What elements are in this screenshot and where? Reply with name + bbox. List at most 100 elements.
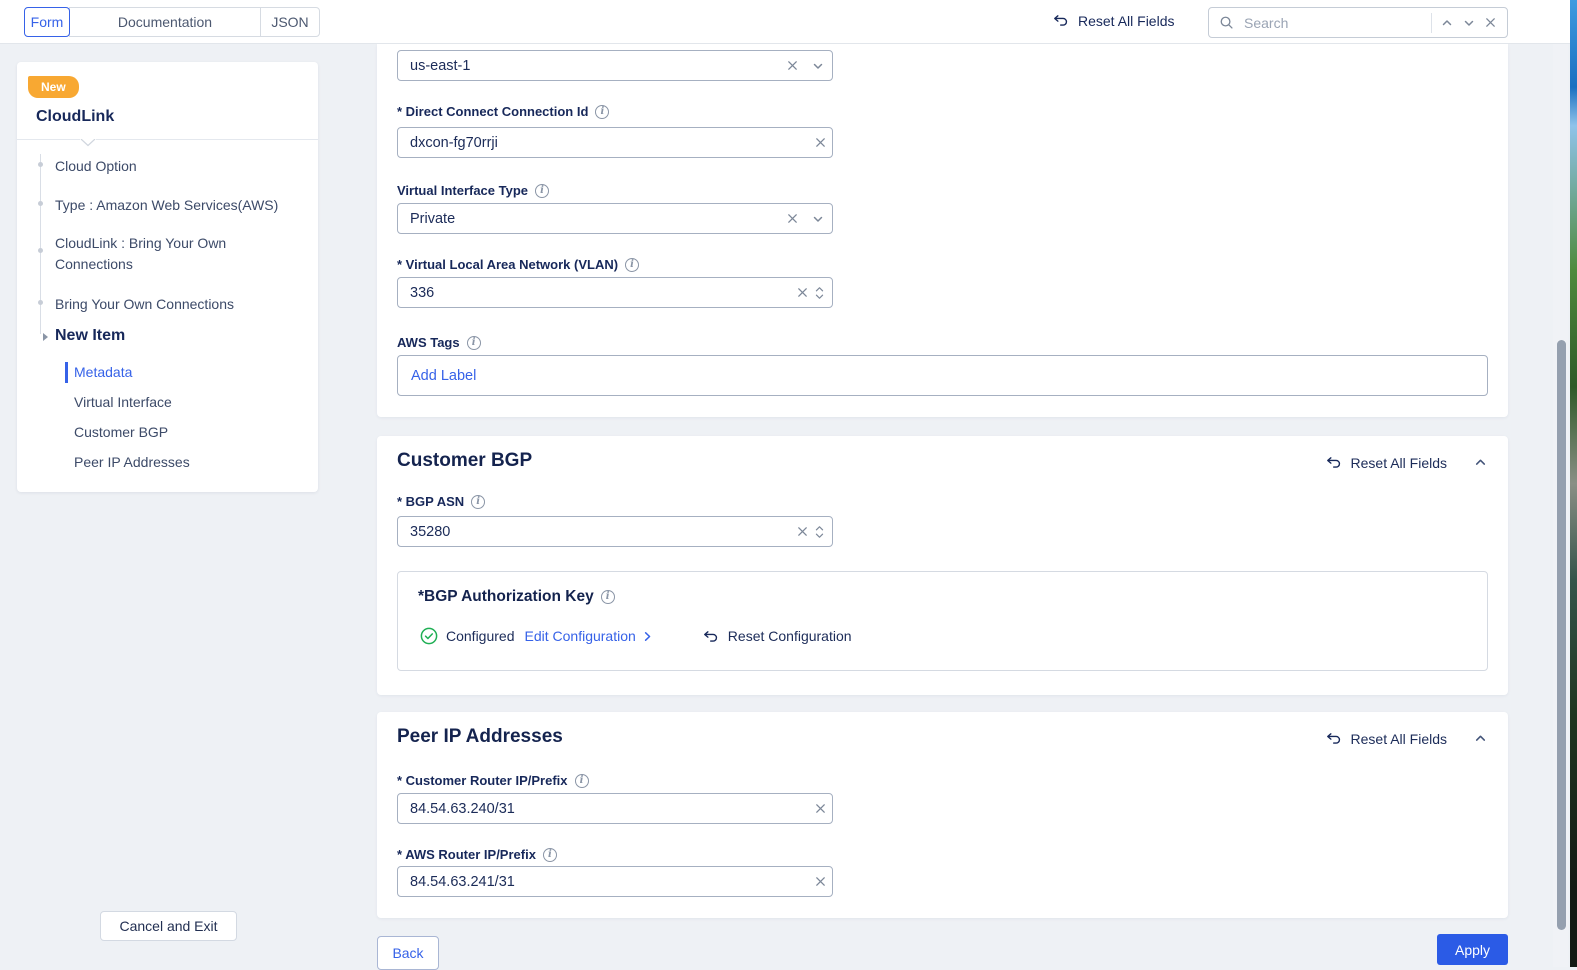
virtual-interface-type-value[interactable]: [398, 211, 780, 227]
sidebar-item-cloud-option[interactable]: Cloud Option: [55, 156, 137, 177]
undo-icon: [702, 628, 719, 645]
edit-configuration-chevron-icon[interactable]: [641, 630, 654, 643]
search-box: [1208, 7, 1508, 38]
info-icon[interactable]: i: [595, 105, 609, 119]
customer-bgp-collapse-icon[interactable]: [1473, 455, 1488, 470]
tab-json[interactable]: JSON: [260, 7, 320, 37]
bgp-asn-input[interactable]: [397, 516, 833, 547]
vlan-label-text: * Virtual Local Area Network (VLAN): [397, 257, 618, 272]
sidebar-title: CloudLink: [36, 108, 114, 126]
vif-type-dropdown-icon[interactable]: [804, 204, 832, 233]
aws-tags-box: Add Label: [397, 355, 1488, 396]
search-input[interactable]: [1242, 14, 1423, 32]
peer-ip-section-card: Peer IP Addresses Reset All Fields * Cus…: [377, 712, 1508, 918]
region-dropdown-icon[interactable]: [804, 51, 832, 80]
sidebar-item-peer-ip-addresses[interactable]: Peer IP Addresses: [74, 454, 190, 470]
aws-router-input[interactable]: [397, 866, 833, 897]
info-icon[interactable]: i: [625, 258, 639, 272]
aws-router-clear-icon[interactable]: [808, 867, 832, 896]
edit-configuration-link[interactable]: Edit Configuration: [525, 628, 636, 644]
customer-router-value[interactable]: [398, 801, 808, 817]
vlan-label: * Virtual Local Area Network (VLAN) i: [397, 257, 639, 272]
undo-icon: [1052, 12, 1069, 29]
direct-connect-id-label: * Direct Connect Connection Id i: [397, 104, 609, 119]
peer-ip-reset-button[interactable]: Reset All Fields: [1325, 730, 1447, 747]
info-icon[interactable]: i: [601, 590, 615, 604]
customer-bgp-reset-label: Reset All Fields: [1351, 455, 1447, 471]
bgp-asn-clear-icon[interactable]: [790, 517, 814, 546]
sidebar-divider: [17, 139, 318, 140]
info-icon[interactable]: i: [535, 184, 549, 198]
bgp-asn-label-text: * BGP ASN: [397, 494, 464, 509]
reset-all-fields-button[interactable]: Reset All Fields: [1052, 12, 1174, 29]
search-clear-icon[interactable]: [1484, 16, 1497, 29]
metadata-section-card: * Direct Connect Connection Id i Virtual…: [377, 44, 1508, 417]
bgp-auth-key-box: *BGP Authorization Key i Configured Edit…: [397, 571, 1488, 671]
bgp-asn-label: * BGP ASN i: [397, 494, 485, 509]
sidebar-item-virtual-interface[interactable]: Virtual Interface: [74, 394, 172, 410]
aws-router-value[interactable]: [398, 874, 808, 890]
region-select[interactable]: [397, 50, 833, 81]
aws-router-label-text: * AWS Router IP/Prefix: [397, 847, 536, 862]
reset-configuration-label: Reset Configuration: [728, 628, 852, 644]
aws-router-label: * AWS Router IP/Prefix i: [397, 847, 557, 862]
reset-configuration-button[interactable]: Reset Configuration: [702, 628, 852, 645]
vlan-stepper[interactable]: [814, 286, 825, 300]
direct-connect-id-label-text: * Direct Connect Connection Id: [397, 104, 588, 119]
sidebar-item-new-item[interactable]: New Item: [55, 327, 125, 345]
apply-button[interactable]: Apply: [1437, 934, 1508, 965]
vlan-clear-icon[interactable]: [790, 278, 814, 307]
customer-router-input[interactable]: [397, 793, 833, 824]
sidebar-item-metadata[interactable]: Metadata: [74, 364, 132, 380]
aws-tags-label: AWS Tags i: [397, 335, 481, 350]
info-icon[interactable]: i: [471, 495, 485, 509]
sidebar-item-bring-your-own-connections[interactable]: Bring Your Own Connections: [55, 294, 234, 315]
tree-bullet: [38, 162, 43, 167]
vlan-value[interactable]: [398, 285, 790, 301]
tree-bullet: [38, 201, 43, 206]
configured-check-icon: [420, 627, 438, 645]
info-icon[interactable]: i: [575, 774, 589, 788]
sidebar-item-customer-bgp[interactable]: Customer BGP: [74, 424, 168, 440]
back-button[interactable]: Back: [377, 936, 439, 970]
bgp-asn-stepper[interactable]: [814, 525, 825, 539]
search-next-icon[interactable]: [1462, 16, 1476, 30]
aws-tags-label-text: AWS Tags: [397, 335, 460, 350]
info-icon[interactable]: i: [467, 336, 481, 350]
cancel-and-exit-button[interactable]: Cancel and Exit: [100, 911, 237, 941]
sidebar-panel: New CloudLink Cloud Option Type : Amazon…: [17, 62, 318, 492]
tree-bullet: [38, 248, 43, 253]
direct-connect-id-value[interactable]: [398, 135, 808, 151]
region-select-value[interactable]: [398, 58, 780, 74]
direct-connect-clear-icon[interactable]: [808, 128, 832, 157]
customer-bgp-reset-button[interactable]: Reset All Fields: [1325, 454, 1447, 471]
tab-documentation[interactable]: Documentation: [69, 7, 261, 37]
virtual-interface-type-select[interactable]: [397, 203, 833, 234]
add-label-button[interactable]: Add Label: [411, 368, 476, 384]
peer-ip-reset-label: Reset All Fields: [1351, 731, 1447, 747]
vlan-input[interactable]: [397, 277, 833, 308]
reset-all-fields-label: Reset All Fields: [1078, 13, 1174, 29]
sidebar-item-cloudlink-byoc[interactable]: CloudLink : Bring Your Own Connections: [55, 233, 273, 275]
info-icon[interactable]: i: [543, 848, 557, 862]
region-clear-icon[interactable]: [780, 51, 804, 80]
customer-bgp-section-card: Customer BGP Reset All Fields * BGP ASN …: [377, 436, 1508, 695]
bgp-asn-value[interactable]: [398, 524, 790, 540]
peer-ip-collapse-icon[interactable]: [1473, 731, 1488, 746]
tab-form[interactable]: Form: [24, 7, 70, 37]
direct-connect-id-input[interactable]: [397, 127, 833, 158]
undo-icon: [1325, 730, 1342, 747]
divider-caret-icon: [80, 139, 96, 147]
configured-status-text: Configured: [446, 628, 515, 644]
search-prev-icon[interactable]: [1440, 16, 1454, 30]
undo-icon: [1325, 454, 1342, 471]
view-tabs: Form Documentation JSON: [24, 7, 320, 37]
scrollbar-thumb[interactable]: [1557, 340, 1566, 930]
customer-bgp-title: Customer BGP: [397, 450, 532, 472]
vif-type-clear-icon[interactable]: [780, 204, 804, 233]
sidebar-item-type-aws[interactable]: Type : Amazon Web Services(AWS): [55, 195, 278, 216]
header-bar: Form Documentation JSON Reset All Fields: [0, 0, 1570, 44]
customer-router-clear-icon[interactable]: [808, 794, 832, 823]
tree-bullet: [38, 300, 43, 305]
desktop-edge-strip: [1570, 0, 1577, 967]
